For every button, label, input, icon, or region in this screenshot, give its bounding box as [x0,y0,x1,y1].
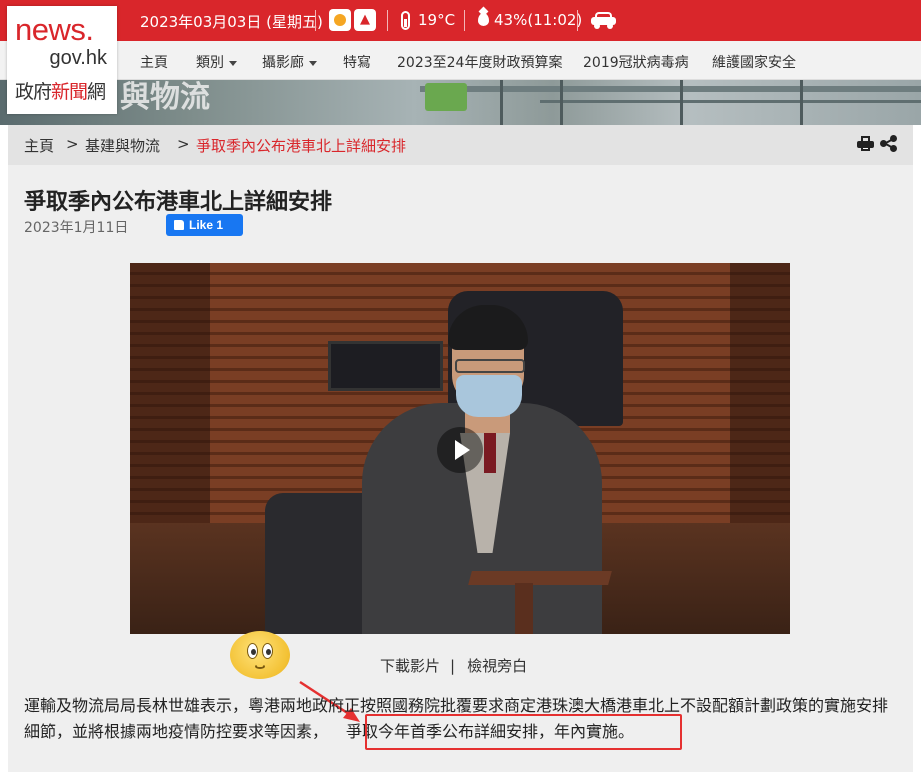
humidity[interactable]: 43%(11:02) [494,11,582,29]
article-date: 2023年1月11日 [24,220,129,236]
divider [387,10,388,31]
chevron-down-icon [309,60,317,66]
breadcrumb-separator: > [66,135,79,153]
video-links: 下載影片 | 檢視旁白 [380,657,528,675]
site-logo[interactable]: news. gov.hk 政府新聞網 [7,6,117,114]
nav-item-budget[interactable]: 2023至24年度財政預算案 [397,52,562,72]
humidity-icon [478,13,489,26]
top-info-bar: 2023年03月03日 (星期五) ▲ 19°C 43%(11:02) [0,0,921,41]
breadcrumb-current: 爭取季內公布港車北上詳細安排 [196,137,407,155]
video-player[interactable] [130,263,790,634]
main-nav: 主頁 類別 攝影廊 特寫 2023至24年度財政預算案 2019冠狀病毒病 維護… [0,41,921,80]
nav-item-categories[interactable]: 類別 [196,52,237,72]
play-icon[interactable] [437,427,483,473]
bus-image [425,83,467,111]
download-video-link[interactable]: 下載影片 [380,657,440,675]
chevron-down-icon [229,60,237,66]
nav-item-home[interactable]: 主頁 [140,52,168,72]
sunny-icon[interactable] [329,9,351,31]
hero-banner: 與物流 [0,80,921,125]
nav-item-photo-gallery[interactable]: 攝影廊 [262,52,317,72]
share-icon[interactable] [880,135,898,152]
current-date: 2023年03月03日 (星期五) [140,13,323,31]
nav-item-national-security[interactable]: 維護國家安全 [712,52,796,72]
nav-item-covid[interactable]: 2019冠狀病毒病 [583,52,689,72]
divider [464,10,465,31]
article-title: 爭取季內公布港車北上詳細安排 [24,190,333,215]
surprised-emoji-icon [230,631,290,679]
monitor-image [328,341,443,391]
hero-text: 與物流 [120,80,210,115]
highlight-box [365,714,682,750]
breadcrumb-category[interactable]: 基建與物流 [85,135,160,156]
fire-danger-icon[interactable]: ▲ [354,9,376,31]
nav-item-features[interactable]: 特寫 [343,52,371,72]
traffic-car-icon[interactable] [591,11,616,29]
divider [577,10,578,31]
thumbs-up-icon [174,220,184,230]
view-transcript-link[interactable]: 檢視旁白 [467,657,527,675]
thermometer-icon [401,11,410,30]
divider [315,10,316,31]
print-icon[interactable] [857,136,874,151]
facebook-like-button[interactable]: Like 1 [166,214,243,236]
breadcrumb-home[interactable]: 主頁 [24,135,54,156]
breadcrumb-separator: > [177,135,190,153]
temperature[interactable]: 19°C [418,11,455,29]
